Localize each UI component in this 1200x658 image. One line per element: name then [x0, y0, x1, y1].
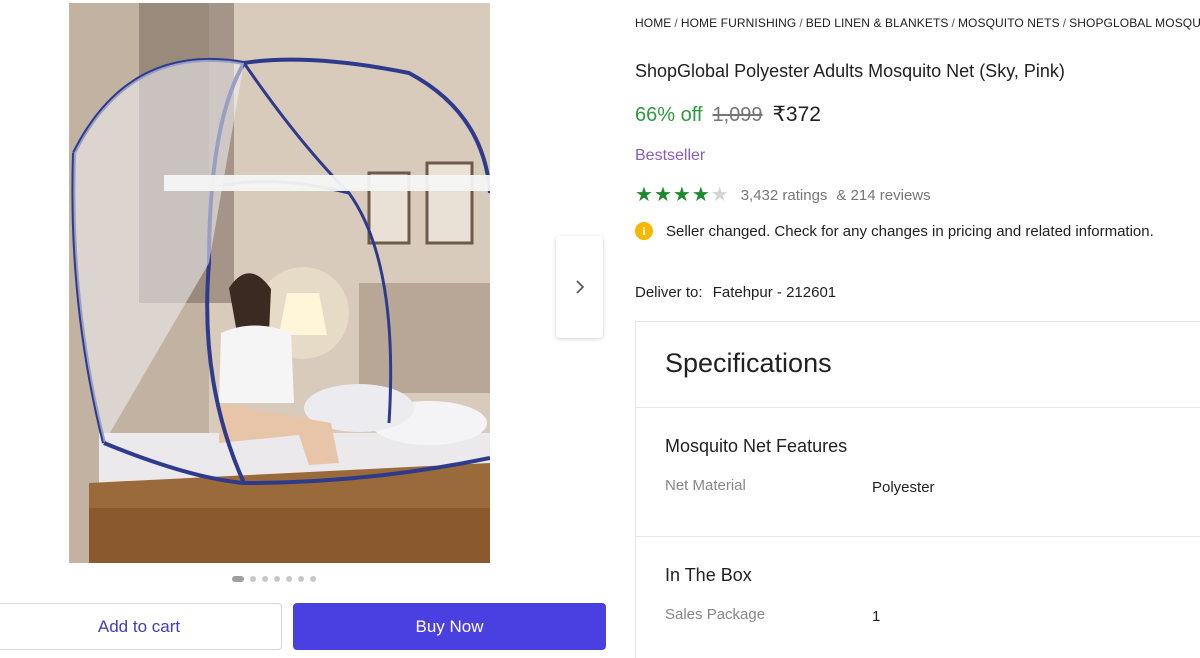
- spec-section-title: Mosquito Net Features: [665, 436, 848, 456]
- carousel-dot[interactable]: [232, 576, 244, 582]
- image-gallery: Add to cart Buy Now: [0, 0, 620, 658]
- star-rating: ★ ★ ★ ★ ★: [635, 185, 729, 205]
- spec-value: 1: [872, 608, 881, 625]
- spec-section-title: In The Box: [665, 565, 752, 585]
- spec-value: Polyester: [872, 479, 935, 496]
- specifications-title: Specifications: [665, 348, 832, 378]
- breadcrumb-item[interactable]: SHOPGLOBAL MOSQUITO: [1069, 16, 1200, 30]
- spec-section: Mosquito Net Features Net Material Polye…: [636, 408, 1200, 537]
- bestseller-badge: Bestseller: [635, 147, 706, 164]
- add-to-cart-button[interactable]: Add to cart: [0, 603, 282, 650]
- buy-now-button[interactable]: Buy Now: [293, 603, 606, 650]
- reviews-count[interactable]: & 214 reviews: [836, 187, 930, 204]
- carousel-dot[interactable]: [298, 576, 304, 582]
- specifications-panel: Specifications Mosquito Net Features Net…: [635, 321, 1200, 658]
- product-image[interactable]: [69, 3, 490, 563]
- info-icon: i: [635, 222, 653, 240]
- star-icon: ★: [635, 184, 653, 206]
- product-details: HOME / HOME FURNISHING / BED LINEN & BLANKET…: [635, 0, 1200, 658]
- original-price: 1,099: [712, 104, 763, 126]
- spec-label: Sales Package: [665, 606, 766, 623]
- breadcrumb-item[interactable]: BED LINEN & BLANKETS: [806, 16, 949, 30]
- star-icon: ★: [710, 184, 729, 206]
- rating-summary[interactable]: ★ ★ ★ ★ ★ 3,432 ratings & 214 reviews: [635, 185, 931, 205]
- chevron-right-icon: [575, 280, 584, 294]
- deliver-location-value[interactable]: Fatehpur - 212601: [713, 284, 836, 301]
- carousel-dot[interactable]: [250, 576, 256, 582]
- seller-notice: i Seller changed. Check for any changes …: [635, 222, 1154, 240]
- price-row: 66% off 1,099 ₹372: [635, 102, 821, 127]
- breadcrumb-item[interactable]: MOSQUITO NETS: [958, 16, 1060, 30]
- breadcrumb-item[interactable]: HOME FURNISHING: [681, 16, 797, 30]
- deliver-label: Deliver to:: [635, 284, 703, 301]
- product-title: ShopGlobal Polyester Adults Mosquito Net…: [635, 61, 1065, 81]
- selling-price: ₹372: [772, 103, 821, 126]
- spec-label: Net Material: [665, 477, 746, 494]
- carousel-dot[interactable]: [274, 576, 280, 582]
- star-icon: ★: [653, 184, 672, 206]
- next-image-button[interactable]: [556, 236, 603, 338]
- carousel-dot[interactable]: [310, 576, 316, 582]
- carousel-dot[interactable]: [286, 576, 292, 582]
- breadcrumb-item[interactable]: HOME: [635, 16, 671, 30]
- ratings-count[interactable]: 3,432 ratings: [741, 187, 828, 204]
- specifications-header: Specifications: [636, 322, 1200, 408]
- carousel-dot[interactable]: [262, 576, 268, 582]
- notice-text: Seller changed. Check for any changes in…: [666, 222, 1154, 240]
- carousel-dots: [232, 576, 316, 582]
- breadcrumb: HOME / HOME FURNISHING / BED LINEN & BLANKET…: [635, 16, 1200, 30]
- star-icon: ★: [672, 184, 691, 206]
- spec-section: In The Box Sales Package 1: [636, 537, 1200, 658]
- star-icon: ★: [691, 184, 710, 206]
- discount-percent: 66% off: [635, 104, 703, 126]
- delivery-location: Deliver to: Fatehpur - 212601: [635, 284, 836, 301]
